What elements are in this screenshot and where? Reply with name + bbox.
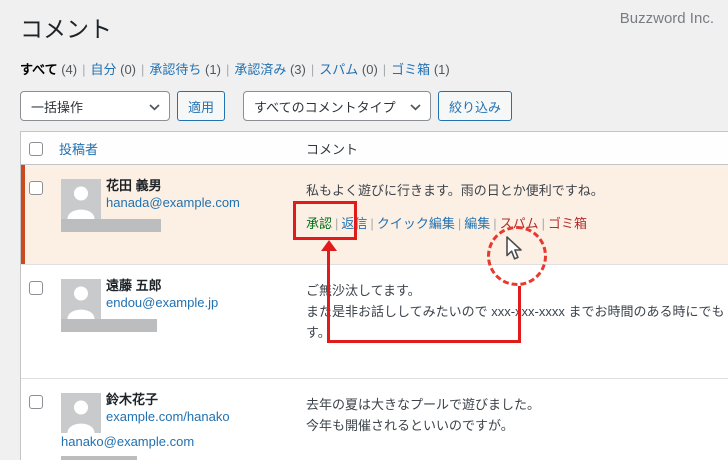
chevron-down-icon <box>410 99 421 114</box>
action-separator: | <box>541 216 546 231</box>
filter-all: すべて (4) <box>20 62 77 77</box>
row-checkbox[interactable] <box>29 394 43 409</box>
avatar <box>61 393 101 433</box>
reply-link[interactable]: 返信 <box>341 216 367 231</box>
table-header-row: 投稿者 コメント <box>21 132 728 165</box>
comment-text: 私もよく遊びに行きます。雨の日とか便利ですね。 <box>306 183 604 198</box>
action-separator: | <box>457 216 462 231</box>
filter-separator: | <box>382 62 387 77</box>
filter-trash-count: (1) <box>433 62 450 77</box>
filter-spam: スパム (0) <box>319 62 378 77</box>
comment-cell: ご無沙汰してます。 また是非お話ししてみたいので xxx-xxx-xxxx まで… <box>306 265 728 378</box>
redacted-ip <box>61 219 161 232</box>
row-checkbox[interactable] <box>29 180 43 195</box>
redacted-ip <box>61 456 137 460</box>
approve-link[interactable]: 承認 <box>306 216 332 231</box>
filter-spam-count: (0) <box>361 62 378 77</box>
comment-text: ご無沙汰してます。 <box>306 283 421 298</box>
filter-separator: | <box>225 62 230 77</box>
select-all-checkbox[interactable] <box>29 141 43 156</box>
apply-button[interactable]: 適用 <box>177 91 226 121</box>
comments-page: コメント すべて (4) | 自分 (0) | 承認待ち (1) | 承認済み (3) | スパ… <box>0 0 728 460</box>
filter-mine-count: (0) <box>120 62 137 77</box>
redacted-ip <box>61 319 157 332</box>
comment-type-selected-value: すべてのコメントタイプ <box>254 99 396 115</box>
filter-pending-link[interactable]: 承認待ち <box>149 62 201 77</box>
filter-separator: | <box>82 62 86 77</box>
comment-text: 今年も開催されるといいのですが。 <box>306 418 514 433</box>
filter-approved-count: (3) <box>289 62 306 77</box>
author-cell: 花田 義男 hanada@example.com <box>54 165 306 264</box>
avatar <box>61 279 101 319</box>
avatar <box>61 179 101 219</box>
author-cell: 遠藤 五郎 endou@example.jp <box>54 265 306 378</box>
comment-row-pending: 花田 義男 hanada@example.com 私もよく遊びに行きます。雨の日… <box>21 165 728 265</box>
comment-text: す。 <box>306 325 331 340</box>
pending-status-strip <box>21 165 25 264</box>
action-separator: | <box>493 216 497 231</box>
filter-separator: | <box>141 62 145 77</box>
quick-edit-link[interactable]: クイック編集 <box>377 216 455 231</box>
chevron-down-icon <box>149 99 160 114</box>
author-cell: 鈴木花子 example.com/hanako hanako@example.c… <box>54 379 306 460</box>
comment-column-header: コメント <box>306 141 359 157</box>
filter-button[interactable]: 絞り込み <box>438 91 513 121</box>
filter-separator: | <box>310 62 315 77</box>
bulk-action-selected-value: 一括操作 <box>31 99 84 115</box>
filter-pending-count: (1) <box>205 62 221 77</box>
site-brand: Buzzword Inc. <box>619 10 714 27</box>
row-checkbox[interactable] <box>29 280 43 295</box>
comment-row: 遠藤 五郎 endou@example.jp ご無沙汰してます。 また是非お話し… <box>21 265 728 379</box>
comment-type-select[interactable]: すべてのコメントタイプ <box>243 91 432 121</box>
select-all-cell <box>21 140 54 156</box>
filter-trash: ゴミ箱 (1) <box>391 62 450 77</box>
trash-link[interactable]: ゴミ箱 <box>548 216 587 231</box>
comment-row-actions: 承認 | 返信 | クイック編集 | 編集 | スパム | ゴミ箱 <box>306 213 728 234</box>
comment-text: 去年の夏は大きなプールで遊びました。 <box>306 397 541 412</box>
row-checkbox-cell <box>21 379 54 460</box>
filter-all-link[interactable]: すべて <box>20 62 58 77</box>
comments-toolbar: 一括操作 適用 すべてのコメントタイプ 絞り込み <box>20 91 728 121</box>
row-checkbox-cell <box>21 165 54 264</box>
comment-row: 鈴木花子 example.com/hanako hanako@example.c… <box>21 379 728 460</box>
bulk-action-select[interactable]: 一括操作 <box>20 91 170 121</box>
spam-link[interactable]: スパム <box>500 216 539 231</box>
comments-table: 投稿者 コメント 花田 義男 hanada@example.com 私もよく遊び… <box>20 131 728 460</box>
filter-mine: 自分 (0) <box>90 62 136 77</box>
filter-all-count: (4) <box>61 62 78 77</box>
comment-status-filters: すべて (4) | 自分 (0) | 承認待ち (1) | 承認済み (3) | スパム (0)… <box>20 59 728 78</box>
edit-link[interactable]: 編集 <box>464 216 490 231</box>
filter-spam-link[interactable]: スパム <box>319 62 358 77</box>
action-separator: | <box>335 216 339 231</box>
filter-approved: 承認済み (3) <box>234 62 306 77</box>
comment-text: また是非お話ししてみたいので xxx-xxx-xxxx までお時間のある時にでも <box>306 304 725 319</box>
comment-cell: 去年の夏は大きなプールで遊びました。 今年も開催されるといいのですが。 <box>306 379 728 460</box>
filter-mine-link[interactable]: 自分 <box>90 62 116 77</box>
filter-trash-link[interactable]: ゴミ箱 <box>391 62 430 77</box>
filter-approved-link[interactable]: 承認済み <box>234 62 286 77</box>
filter-pending: 承認待ち (1) <box>149 62 221 77</box>
author-email-link[interactable]: hanako@example.com <box>61 433 301 450</box>
comment-cell: 私もよく遊びに行きます。雨の日とか便利ですね。 承認 | 返信 | クイック編集 | 編集 |… <box>306 165 728 264</box>
action-separator: | <box>370 216 374 231</box>
row-checkbox-cell <box>21 265 54 378</box>
author-column-header[interactable]: 投稿者 <box>54 139 306 158</box>
